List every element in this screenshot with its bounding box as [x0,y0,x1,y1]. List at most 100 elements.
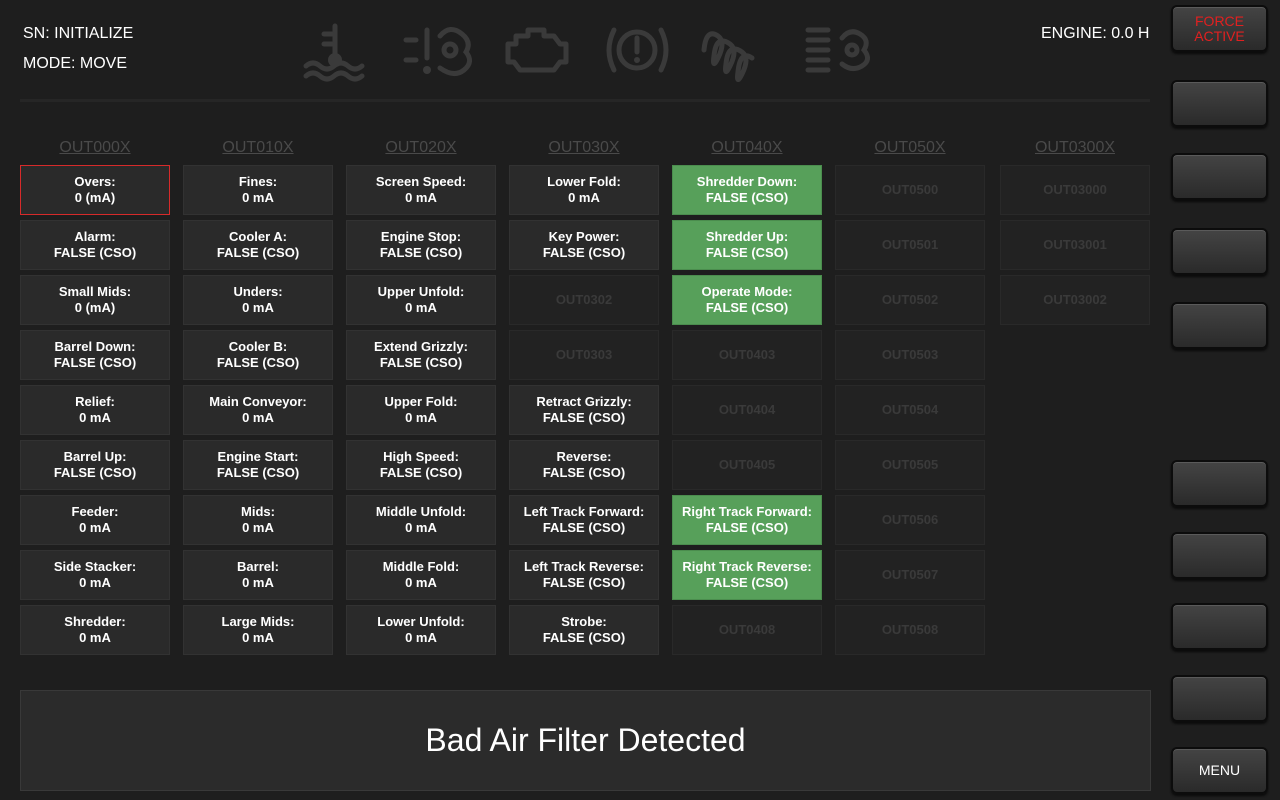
output-value: 0 mA [79,630,111,645]
unassigned-output-cell[interactable]: OUT0505 [835,440,985,490]
output-cell[interactable]: Cooler A: FALSE (CSO) [183,220,333,270]
output-cell[interactable]: Barrel: 0 mA [183,550,333,600]
output-cell[interactable]: Screen Speed: 0 mA [346,165,496,215]
side-button-8[interactable] [1171,603,1268,650]
output-cell[interactable]: Mids: 0 mA [183,495,333,545]
unassigned-output-cell[interactable]: OUT0508 [835,605,985,655]
side-button-3[interactable] [1171,153,1268,200]
output-cell[interactable]: Overs: 0 (mA) [20,165,170,215]
side-button-6[interactable] [1171,460,1268,507]
output-value: 0 (mA) [74,190,116,205]
unassigned-output-cell[interactable]: OUT0408 [672,605,822,655]
alert-message: Bad Air Filter Detected [20,690,1151,791]
output-cell[interactable]: Lower Fold: 0 mA [509,165,659,215]
unassigned-output-cell[interactable]: OUT0404 [672,385,822,435]
output-cell[interactable]: Main Conveyor: 0 mA [183,385,333,435]
output-value: FALSE (CSO) [542,575,626,590]
output-cell[interactable]: Barrel Up: FALSE (CSO) [20,440,170,490]
output-value: FALSE (CSO) [705,190,789,205]
output-label: OUT0403 [718,347,776,362]
output-value: FALSE (CSO) [542,520,626,535]
indicator-icons [300,18,880,82]
output-cell[interactable]: Relief: 0 mA [20,385,170,435]
side-button-2[interactable] [1171,80,1268,127]
output-cell[interactable]: Fines: 0 mA [183,165,333,215]
output-cell[interactable]: Barrel Down: FALSE (CSO) [20,330,170,380]
warning-exhaust-icon [403,27,472,76]
sn-label: SN: INITIALIZE [23,25,134,42]
output-cell[interactable]: Key Power: FALSE (CSO) [509,220,659,270]
unassigned-output-cell[interactable]: OUT0504 [835,385,985,435]
output-cell[interactable]: Small Mids: 0 (mA) [20,275,170,325]
side-button-5[interactable] [1171,302,1268,349]
output-value: FALSE (CSO) [53,355,137,370]
unassigned-output-cell[interactable]: OUT03002 [1000,275,1150,325]
unassigned-output-cell[interactable]: OUT0500 [835,165,985,215]
output-cell[interactable]: Shredder: 0 mA [20,605,170,655]
output-cell[interactable]: Reverse: FALSE (CSO) [509,440,659,490]
force-active-button[interactable]: FORCE ACTIVE [1171,5,1268,52]
output-label: Key Power: [548,229,620,244]
output-label: Shredder: [64,614,126,629]
output-cell[interactable]: Engine Stop: FALSE (CSO) [346,220,496,270]
side-button-9[interactable] [1171,675,1268,722]
output-value: FALSE (CSO) [542,245,626,260]
unassigned-output-cell[interactable]: OUT0405 [672,440,822,490]
output-value: 0 mA [242,410,274,425]
menu-button[interactable]: MENU [1171,747,1268,794]
output-label: Extend Grizzly: [374,339,468,354]
output-cell[interactable]: Strobe: FALSE (CSO) [509,605,659,655]
output-cell[interactable]: Left Track Reverse: FALSE (CSO) [509,550,659,600]
output-cell[interactable]: Feeder: 0 mA [20,495,170,545]
output-cell[interactable]: Left Track Forward: FALSE (CSO) [509,495,659,545]
output-label: OUT0408 [718,622,776,637]
output-cell[interactable]: Middle Fold: 0 mA [346,550,496,600]
output-label: OUT0508 [881,622,939,637]
output-label: Screen Speed: [375,174,467,189]
output-value: FALSE (CSO) [542,465,626,480]
output-cell[interactable]: Engine Start: FALSE (CSO) [183,440,333,490]
output-label: OUT0503 [881,347,939,362]
output-value: FALSE (CSO) [379,355,463,370]
output-cell[interactable]: Right Track Reverse: FALSE (CSO) [672,550,822,600]
unassigned-output-cell[interactable]: OUT0507 [835,550,985,600]
output-label: OUT0504 [881,402,939,417]
unassigned-output-cell[interactable]: OUT03000 [1000,165,1150,215]
side-button-7[interactable] [1171,532,1268,579]
unassigned-output-cell[interactable]: OUT0502 [835,275,985,325]
output-cell[interactable]: Middle Unfold: 0 mA [346,495,496,545]
output-cell[interactable]: High Speed: FALSE (CSO) [346,440,496,490]
output-value: FALSE (CSO) [705,575,789,590]
output-cell[interactable]: Right Track Forward: FALSE (CSO) [672,495,822,545]
unassigned-output-cell[interactable]: OUT0403 [672,330,822,380]
output-cell[interactable]: Shredder Down: FALSE (CSO) [672,165,822,215]
output-cell[interactable]: Large Mids: 0 mA [183,605,333,655]
output-cell[interactable]: Upper Unfold: 0 mA [346,275,496,325]
output-cell[interactable]: Extend Grizzly: FALSE (CSO) [346,330,496,380]
output-label: Middle Unfold: [375,504,467,519]
unassigned-output-cell[interactable]: OUT03001 [1000,220,1150,270]
unassigned-output-cell[interactable]: OUT0302 [509,275,659,325]
output-cell[interactable]: Retract Grizzly: FALSE (CSO) [509,385,659,435]
column-header: OUT020X [385,139,457,156]
output-label: OUT03002 [1043,292,1107,307]
output-value: FALSE (CSO) [705,520,789,535]
output-label: OUT0507 [881,567,939,582]
output-cell[interactable]: Unders: 0 mA [183,275,333,325]
output-cell[interactable]: Alarm: FALSE (CSO) [20,220,170,270]
output-cell[interactable]: Lower Unfold: 0 mA [346,605,496,655]
output-cell[interactable]: Upper Fold: 0 mA [346,385,496,435]
unassigned-output-cell[interactable]: OUT0303 [509,330,659,380]
output-cell[interactable]: Cooler B: FALSE (CSO) [183,330,333,380]
unassigned-output-cell[interactable]: OUT0501 [835,220,985,270]
unassigned-output-cell[interactable]: OUT0503 [835,330,985,380]
output-cell[interactable]: Shredder Up: FALSE (CSO) [672,220,822,270]
unassigned-output-cell[interactable]: OUT0506 [835,495,985,545]
air-filter-icon [805,27,870,73]
output-cell[interactable]: Side Stacker: 0 mA [20,550,170,600]
output-value: 0 mA [405,630,437,645]
output-value: 0 mA [405,190,437,205]
output-label: Retract Grizzly: [536,394,632,409]
side-button-4[interactable] [1171,228,1268,275]
output-cell[interactable]: Operate Mode: FALSE (CSO) [672,275,822,325]
